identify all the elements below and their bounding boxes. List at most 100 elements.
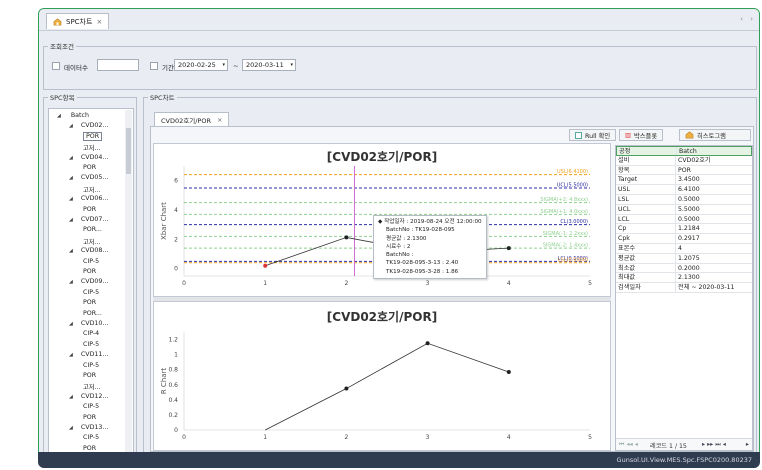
tree-node[interactable]: POR... <box>83 226 102 233</box>
tree-node[interactable]: ◢ CVD08... <box>69 247 108 254</box>
tree-node[interactable]: POR <box>83 131 103 141</box>
tree-node[interactable]: POR <box>83 299 96 306</box>
r-chart[interactable]: 0 1 2 3 4 5 0 0.2 0.4 0.6 0.8 1 1.2 R Chart <box>154 302 612 452</box>
expand-toggle-icon[interactable]: ◢ <box>69 217 73 223</box>
tree-node-label: CVD07... <box>80 216 109 223</box>
expand-toggle-icon[interactable]: ◢ <box>69 175 73 181</box>
tree-node[interactable]: CIP-5 <box>83 434 99 441</box>
tree-node[interactable]: POR <box>83 445 96 452</box>
period-checkbox[interactable] <box>150 62 158 70</box>
info-grid-row[interactable]: Cp 1.2184 <box>616 224 752 235</box>
info-grid-row[interactable]: 공정 Batch <box>616 146 752 156</box>
y-tick-label: 0.4 <box>168 397 178 404</box>
tab-close-icon[interactable]: × <box>96 18 102 26</box>
expand-toggle-icon[interactable]: ◢ <box>69 155 73 161</box>
scrollbar-thumb[interactable] <box>126 128 131 174</box>
expand-toggle-icon[interactable]: ◢ <box>69 352 73 358</box>
y-axis-label: R Chart <box>160 368 168 395</box>
tree-node[interactable]: ◢ CVD07... <box>69 216 108 223</box>
tree-node[interactable]: ◢ CVD06... <box>69 195 108 202</box>
spc-item-tree[interactable]: ◢ Batch ◢ CVD02... POR 고저... ◢ CVD04... POR ◢ CVD0… <box>48 108 134 454</box>
tree-node[interactable]: ◢ CVD02... <box>69 122 108 129</box>
data-count-input[interactable] <box>97 59 139 71</box>
pager-scroll-right-icon[interactable]: ▸ <box>746 441 749 448</box>
spc-items-panel: SPC항목 ◢ Batch ◢ CVD02... POR 고저... ◢ CVD04... PO… <box>43 92 137 455</box>
expand-toggle-icon[interactable]: ◢ <box>69 425 73 431</box>
tree-node[interactable]: CIP-5 <box>83 341 99 348</box>
expand-toggle-icon[interactable]: ◢ <box>57 113 61 119</box>
info-key: LCL <box>616 214 676 224</box>
info-grid-row[interactable]: Target 3.4500 <box>616 175 752 186</box>
tree-node[interactable]: ◢ CVD10... <box>69 320 108 327</box>
tree-node[interactable]: CIP-5 <box>83 289 99 296</box>
tree-node[interactable]: CIP-5 <box>83 258 99 265</box>
expand-toggle-icon[interactable]: ◢ <box>69 123 73 129</box>
info-grid-row[interactable]: 항목 POR <box>616 165 752 176</box>
rull-check-button[interactable]: Rull 확인 <box>569 129 617 141</box>
tree-node[interactable]: 고저... <box>83 143 101 152</box>
tree-node-label: POR <box>83 164 97 171</box>
histogram-button[interactable]: 히스토그램 <box>679 129 751 141</box>
tree-node[interactable]: POR <box>83 164 96 171</box>
info-grid-row[interactable]: 평균값 1.2075 <box>616 253 752 264</box>
tree-node[interactable]: POR <box>83 414 96 421</box>
tab-spc-chart[interactable]: SPC차트 × <box>46 13 110 29</box>
chevron-down-icon[interactable]: ▾ <box>290 60 293 70</box>
info-grid-row[interactable]: 설비 CVD02호기 <box>616 155 752 166</box>
info-grid-row[interactable]: Cpk 0.2917 <box>616 234 752 244</box>
inner-tab-close-icon[interactable]: × <box>217 116 222 124</box>
info-key: 검색일자 <box>616 283 676 292</box>
tree-node-label: CVD10... <box>80 320 109 327</box>
tree-node[interactable]: 고저... <box>83 382 101 391</box>
scroll-left-icon[interactable]: ‹ <box>740 15 743 23</box>
expand-toggle-icon[interactable]: ◢ <box>69 279 73 285</box>
tree-node[interactable]: 고저... <box>83 185 101 194</box>
expand-toggle-icon[interactable]: ◢ <box>69 321 73 327</box>
expand-toggle-icon[interactable]: ◢ <box>69 248 73 254</box>
info-grid-row[interactable]: 최소값 0.2000 <box>616 263 752 274</box>
tree-node-label: POR <box>83 205 97 213</box>
tree-node[interactable]: POR <box>83 206 96 213</box>
tree-node[interactable]: POR <box>83 268 96 275</box>
home-icon <box>53 18 62 25</box>
info-grid-row[interactable]: 검색일자 전체 ~ 2020-03-11 <box>616 283 752 293</box>
tab-cvd02-por[interactable]: CVD02호기/POR × <box>154 112 230 126</box>
status-bar: Gunsol.UI.View.MES.Spc.FSPC0200.80237 <box>38 452 760 468</box>
tree-node[interactable]: POR... <box>83 310 102 317</box>
info-grid-row[interactable]: 표본수 4 <box>616 244 752 254</box>
info-grid-row[interactable]: USL 6.4100 <box>616 185 752 195</box>
boxplot-button[interactable]: ▥ 박스플롯 <box>619 129 664 141</box>
chevron-down-icon[interactable]: ▾ <box>222 60 225 70</box>
info-key: Target <box>616 175 676 185</box>
scroll-right-icon[interactable]: › <box>750 15 753 23</box>
pager-first-icon[interactable]: ⏮ ◂◂ ◂ <box>619 441 638 449</box>
tree-node[interactable]: ◢ Batch <box>57 112 89 119</box>
tree-node[interactable]: ◢ CVD09... <box>69 278 108 285</box>
tree-node[interactable]: ◢ CVD11... <box>69 351 108 358</box>
info-grid-row[interactable]: LSL 0.5000 <box>616 195 752 205</box>
tree-node[interactable]: CIP-5 <box>83 362 99 369</box>
tree-node[interactable]: ◢ CVD05... <box>69 174 108 181</box>
tree-scrollbar[interactable] <box>125 110 132 452</box>
info-key: 최소값 <box>616 263 676 273</box>
tree-node[interactable]: CIP-5 <box>83 403 99 410</box>
expand-toggle-icon[interactable]: ◢ <box>69 196 73 202</box>
info-grid-row[interactable]: 최대값 2.1300 <box>616 273 752 284</box>
date-to-picker[interactable]: 2020-03-11 ▾ <box>242 59 296 71</box>
pager-next-icon[interactable]: ▸ ▸▸ ⏭ ◂ <box>702 441 726 449</box>
query-title: 조회조건 <box>48 41 76 51</box>
info-key: Cpk <box>616 234 676 243</box>
info-value: 2.1300 <box>678 274 700 282</box>
data-count-checkbox[interactable] <box>52 62 60 70</box>
tree-node[interactable]: CIP-4 <box>83 330 99 337</box>
info-grid-row[interactable]: UCL 5.5000 <box>616 204 752 215</box>
tree-node[interactable]: POR <box>83 372 96 379</box>
tree-node[interactable]: 고저... <box>83 237 101 246</box>
tree-node[interactable]: ◢ CVD13... <box>69 424 108 431</box>
tree-node[interactable]: ◢ CVD12... <box>69 393 108 400</box>
info-grid-row[interactable]: LCL 0.5000 <box>616 214 752 225</box>
expand-toggle-icon[interactable]: ◢ <box>69 394 73 400</box>
limit-label: SIGMA(+2: 4.8xxx) <box>540 197 588 203</box>
date-from-picker[interactable]: 2020-02-25 ▾ <box>174 59 228 71</box>
tree-node[interactable]: ◢ CVD04... <box>69 154 108 161</box>
